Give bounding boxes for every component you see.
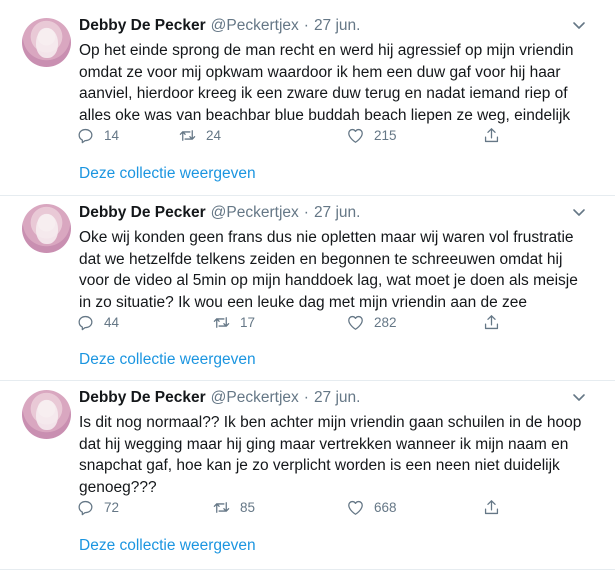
tweet-text: Is dit nog normaal?? Ik ben achter mijn … [79, 412, 599, 498]
reply-button[interactable]: 14 [76, 126, 119, 145]
tweet-text-line: aanviel, hierdoor kreeg ik een zware duw… [79, 85, 568, 103]
tweet-text: Op het einde sprong de man recht en werd… [79, 40, 599, 126]
view-collection-link[interactable]: Deze collectie weergeven [79, 165, 256, 183]
retweet-count: 24 [206, 127, 222, 143]
tweet-header: Debby De Pecker @Peckertjex · 27 jun. [79, 387, 360, 409]
chevron-down-icon[interactable] [572, 20, 586, 32]
retweet-button[interactable]: 17 [212, 313, 255, 332]
tweet-header: Debby De Pecker @Peckertjex · 27 jun. [79, 15, 360, 37]
chevron-down-icon[interactable] [572, 207, 586, 219]
tweet-text-line: Op het einde sprong de man recht en werd… [79, 42, 574, 59]
tweet-header: Debby De Pecker @Peckertjex · 27 jun. [79, 202, 360, 224]
like-icon [348, 128, 363, 143]
tweet-text-line: omdat ze voor mij opkwam waardoor ik hem… [79, 63, 561, 81]
reply-count: 72 [104, 499, 120, 515]
reply-button[interactable]: 44 [76, 313, 119, 332]
retweet-icon [213, 316, 230, 328]
separator-dot: · [303, 204, 309, 221]
reply-icon [78, 128, 93, 143]
retweet-count: 17 [240, 314, 256, 330]
tweet-text-line: in zo situatie? Ik wou een leuke dag met… [79, 293, 528, 311]
share-icon [484, 314, 499, 329]
view-collection-link[interactable]: Deze collectie weergeven [79, 351, 256, 369]
avatar[interactable] [22, 18, 71, 67]
like-count: 215 [374, 127, 397, 143]
tweet-text: Oke wij konden geen frans dus nie oplett… [79, 227, 599, 313]
tweet-date[interactable]: 27 jun. [314, 389, 361, 407]
view-collection-link[interactable]: Deze collectie weergeven [79, 537, 256, 555]
reply-icon [78, 315, 93, 330]
retweet-count: 85 [240, 499, 256, 515]
reply-count: 44 [104, 314, 120, 330]
separator-dot: · [303, 17, 309, 34]
tweet-text-line: voor de video al 5min op mijn handdoek l… [79, 272, 578, 290]
retweet-icon [213, 501, 230, 513]
tweet-text-line: dat we hetzelfde telkens zeiden en begon… [79, 250, 563, 268]
like-count: 668 [374, 499, 397, 515]
tweet[interactable]: Debby De Pecker @Peckertjex · 27 jun. Is… [0, 381, 615, 570]
like-button[interactable]: 668 [346, 498, 397, 517]
reply-count: 14 [104, 127, 120, 143]
avatar[interactable] [22, 390, 71, 439]
like-button[interactable]: 282 [346, 313, 397, 332]
tweet-timeline: Debby De Pecker @Peckertjex · 27 jun. Op… [0, 0, 615, 570]
share-button[interactable] [482, 498, 501, 517]
tweet-text-line: Is dit nog normaal?? Ik ben achter mijn … [79, 414, 582, 431]
reply-icon [78, 500, 93, 515]
share-button[interactable] [482, 126, 501, 145]
separator-dot: · [303, 389, 309, 406]
tweet-text-line: alles oke was van beachbar blue buddah b… [79, 106, 571, 124]
retweet-icon [179, 129, 196, 141]
like-count: 282 [374, 314, 397, 330]
tweet-date[interactable]: 27 jun. [314, 17, 361, 35]
retweet-button[interactable]: 85 [212, 498, 255, 517]
reply-button[interactable]: 72 [76, 498, 119, 517]
author-name[interactable]: Debby De Pecker [79, 389, 206, 407]
tweet-text-line: Oke wij konden geen frans dus nie oplett… [79, 229, 574, 246]
tweet-date[interactable]: 27 jun. [314, 204, 361, 222]
tweet-text-line: snapchat gaf, hoe kan je zo verplicht wo… [79, 457, 560, 475]
retweet-button[interactable]: 24 [178, 126, 221, 145]
author-handle[interactable]: @Peckertjex [211, 204, 299, 222]
like-icon [348, 315, 363, 330]
share-icon [484, 127, 499, 142]
author-name[interactable]: Debby De Pecker [79, 204, 206, 222]
share-icon [484, 499, 499, 514]
tweet[interactable]: Debby De Pecker @Peckertjex · 27 jun. Ok… [0, 196, 615, 381]
avatar[interactable] [22, 204, 71, 253]
author-name[interactable]: Debby De Pecker [79, 17, 206, 35]
tweet[interactable]: Debby De Pecker @Peckertjex · 27 jun. Op… [0, 0, 615, 196]
like-icon [348, 500, 363, 515]
chevron-down-icon[interactable] [572, 392, 586, 404]
tweet-text-line: dat hij wegging maar hij ging maar vertr… [79, 435, 569, 453]
like-button[interactable]: 215 [346, 126, 397, 145]
author-handle[interactable]: @Peckertjex [211, 389, 299, 407]
share-button[interactable] [482, 313, 501, 332]
tweet-text-line: genoeg??? [79, 478, 157, 496]
author-handle[interactable]: @Peckertjex [211, 17, 299, 35]
